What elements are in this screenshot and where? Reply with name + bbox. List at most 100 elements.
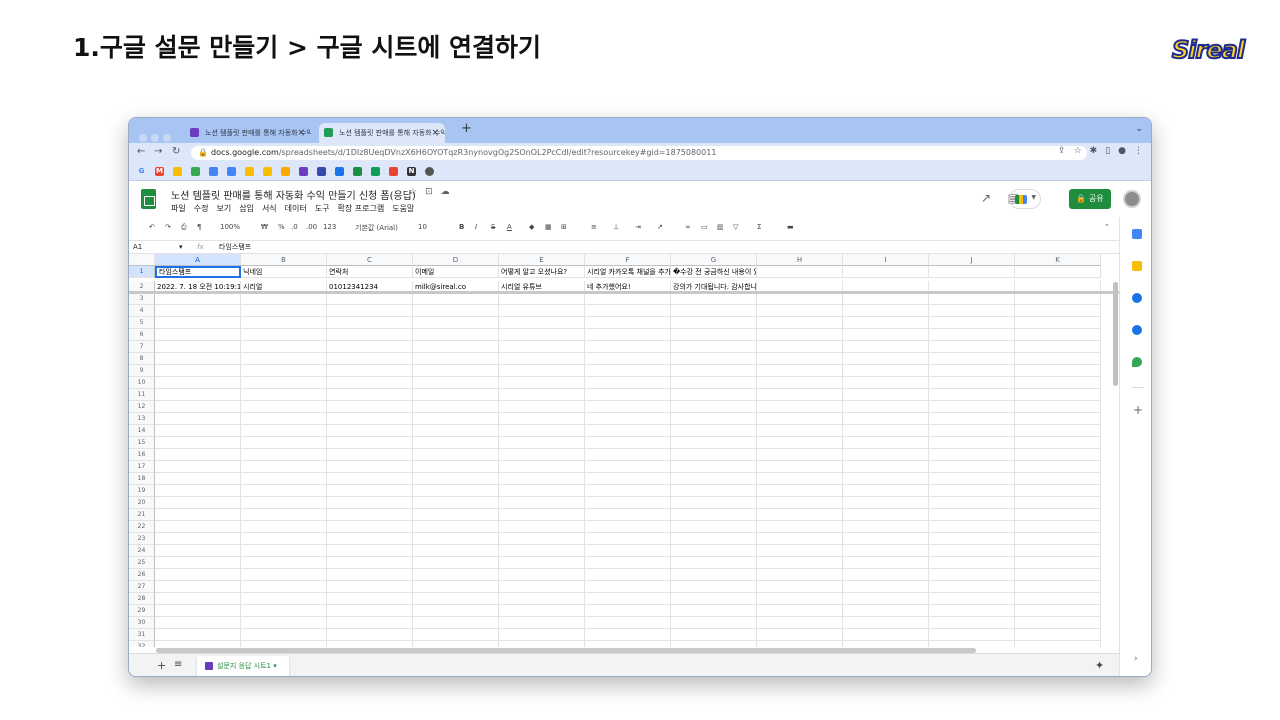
table-cell[interactable] bbox=[929, 413, 1015, 425]
row-header[interactable]: 26 bbox=[129, 569, 155, 581]
table-cell[interactable] bbox=[585, 641, 671, 647]
table-cell[interactable] bbox=[241, 401, 327, 413]
column-header[interactable]: D bbox=[413, 254, 499, 266]
table-cell[interactable] bbox=[499, 293, 585, 305]
table-cell[interactable] bbox=[241, 389, 327, 401]
table-cell[interactable] bbox=[585, 437, 671, 449]
table-cell[interactable] bbox=[757, 629, 843, 641]
table-cell[interactable] bbox=[327, 605, 413, 617]
table-cell[interactable] bbox=[843, 521, 929, 533]
table-cell[interactable] bbox=[585, 617, 671, 629]
browser-tab-forms[interactable]: 노션 템플릿 판매를 통해 자동화 수익 만들기 × bbox=[185, 123, 311, 143]
menu-icon[interactable]: ⋮ bbox=[1134, 146, 1143, 156]
row-header[interactable]: 11 bbox=[129, 389, 155, 401]
gmail-bookmark-icon[interactable]: M bbox=[155, 167, 164, 176]
table-cell[interactable] bbox=[585, 545, 671, 557]
avatar[interactable] bbox=[1123, 190, 1141, 208]
table-cell[interactable] bbox=[155, 629, 241, 641]
table-cell[interactable] bbox=[843, 293, 929, 305]
table-cell[interactable] bbox=[241, 557, 327, 569]
table-cell[interactable] bbox=[241, 617, 327, 629]
table-cell[interactable] bbox=[413, 293, 499, 305]
table-cell[interactable] bbox=[499, 617, 585, 629]
table-cell[interactable] bbox=[327, 365, 413, 377]
strikethrough-icon[interactable]: S bbox=[491, 223, 495, 231]
table-cell[interactable] bbox=[155, 401, 241, 413]
table-cell[interactable] bbox=[499, 473, 585, 485]
table-cell[interactable] bbox=[155, 317, 241, 329]
table-cell[interactable] bbox=[671, 365, 757, 377]
table-cell[interactable] bbox=[327, 641, 413, 647]
new-tab-button[interactable]: + bbox=[461, 121, 472, 136]
functions-icon[interactable]: Σ bbox=[757, 223, 761, 231]
table-cell[interactable] bbox=[1015, 581, 1101, 593]
table-cell[interactable] bbox=[757, 521, 843, 533]
table-cell[interactable] bbox=[1015, 641, 1101, 647]
table-cell[interactable] bbox=[757, 353, 843, 365]
redo-icon[interactable]: ↷ bbox=[165, 223, 171, 231]
table-cell[interactable] bbox=[155, 353, 241, 365]
table-cell[interactable] bbox=[1015, 305, 1101, 317]
table-cell[interactable] bbox=[671, 641, 757, 647]
table-cell[interactable] bbox=[499, 593, 585, 605]
table-cell[interactable] bbox=[241, 305, 327, 317]
table-cell[interactable] bbox=[843, 605, 929, 617]
table-cell[interactable] bbox=[671, 341, 757, 353]
forms-bookmark-icon[interactable] bbox=[299, 167, 308, 176]
sheets-logo-icon[interactable] bbox=[141, 189, 156, 209]
menu-data[interactable]: 데이터 bbox=[285, 204, 307, 213]
table-cell[interactable] bbox=[241, 449, 327, 461]
input-tools-icon[interactable]: ▬ bbox=[787, 223, 794, 231]
close-tab-icon[interactable]: × bbox=[297, 123, 305, 143]
table-cell[interactable] bbox=[671, 605, 757, 617]
all-sheets-icon[interactable]: ≡ bbox=[174, 659, 182, 670]
table-cell[interactable] bbox=[327, 293, 413, 305]
menu-extensions[interactable]: 확장 프로그램 bbox=[338, 204, 385, 213]
table-cell[interactable] bbox=[413, 353, 499, 365]
table-cell[interactable] bbox=[241, 365, 327, 377]
row-header[interactable]: 12 bbox=[129, 401, 155, 413]
wrap-icon[interactable]: ⇥ bbox=[635, 223, 641, 231]
table-cell[interactable] bbox=[585, 293, 671, 305]
zoom-select[interactable]: 100% bbox=[220, 223, 240, 231]
table-cell[interactable] bbox=[155, 521, 241, 533]
column-header[interactable]: I bbox=[843, 254, 929, 266]
sites-bookmark-icon[interactable] bbox=[335, 167, 344, 176]
maps-icon[interactable] bbox=[1132, 357, 1142, 367]
increase-decimal-button[interactable]: .00 bbox=[306, 223, 317, 231]
menu-help[interactable]: 도움말 bbox=[392, 204, 414, 213]
table-cell[interactable] bbox=[585, 425, 671, 437]
table-cell[interactable] bbox=[757, 533, 843, 545]
table-cell[interactable] bbox=[1015, 329, 1101, 341]
decrease-decimal-button[interactable]: .0 bbox=[291, 223, 298, 231]
table-cell[interactable] bbox=[413, 617, 499, 629]
table-cell[interactable] bbox=[843, 485, 929, 497]
table-cell[interactable] bbox=[929, 497, 1015, 509]
table-cell[interactable] bbox=[499, 377, 585, 389]
table-cell[interactable] bbox=[499, 497, 585, 509]
table-cell[interactable] bbox=[327, 629, 413, 641]
table-cell[interactable] bbox=[843, 557, 929, 569]
table-cell[interactable] bbox=[241, 317, 327, 329]
table-cell[interactable] bbox=[1015, 521, 1101, 533]
table-cell[interactable] bbox=[327, 341, 413, 353]
table-cell[interactable] bbox=[929, 545, 1015, 557]
table-cell[interactable] bbox=[843, 533, 929, 545]
table-cell[interactable]: �수강 전 궁금하신 내용이 있으신가요? bbox=[671, 266, 757, 278]
drive-bookmark-icon[interactable] bbox=[173, 167, 182, 176]
profile-icon[interactable]: ● bbox=[1118, 146, 1126, 156]
reload-icon[interactable]: ↻ bbox=[172, 146, 180, 157]
table-cell[interactable] bbox=[757, 413, 843, 425]
table-cell[interactable] bbox=[757, 473, 843, 485]
table-cell[interactable] bbox=[327, 557, 413, 569]
table-bookmark-icon[interactable] bbox=[317, 167, 326, 176]
table-cell[interactable] bbox=[757, 605, 843, 617]
table-cell[interactable] bbox=[155, 617, 241, 629]
table-cell[interactable] bbox=[757, 461, 843, 473]
table-cell[interactable] bbox=[1015, 293, 1101, 305]
column-header[interactable]: G bbox=[671, 254, 757, 266]
table-cell[interactable] bbox=[1015, 509, 1101, 521]
table-cell[interactable] bbox=[843, 545, 929, 557]
table-cell[interactable] bbox=[585, 473, 671, 485]
table-cell[interactable] bbox=[843, 413, 929, 425]
